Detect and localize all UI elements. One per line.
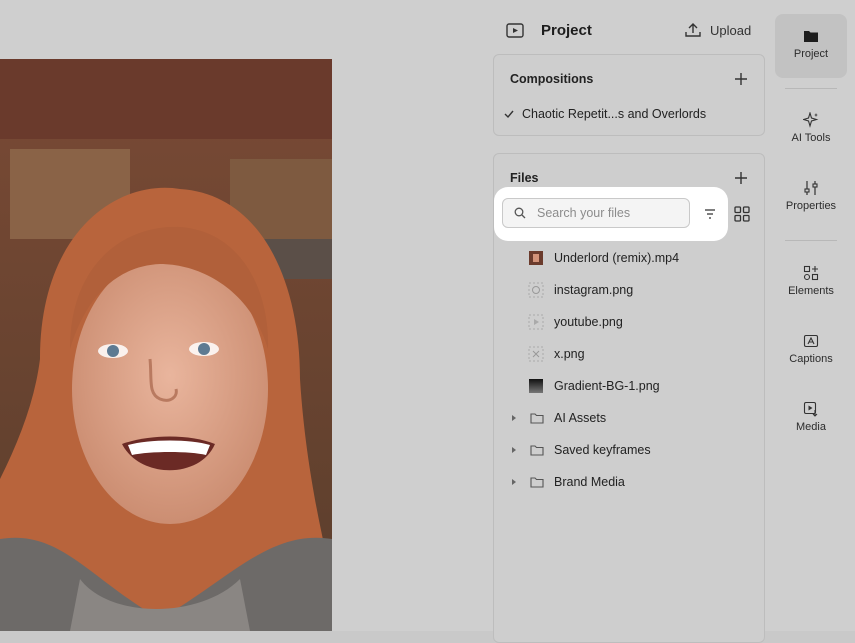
compositions-card: Compositions Chaotic Repetit...s and Ove… <box>493 54 765 136</box>
file-label: Gradient-BG-1.png <box>554 379 660 393</box>
rail-label: Elements <box>788 285 834 297</box>
file-item-gradient[interactable]: Gradient-BG-1.png <box>527 377 660 395</box>
composition-item[interactable]: Chaotic Repetit...s and Overlords <box>504 107 706 121</box>
folder-label: Saved keyframes <box>554 443 651 457</box>
panel-header: Project Upload <box>484 0 774 56</box>
file-item-instagram[interactable]: instagram.png <box>527 281 633 299</box>
add-composition-icon[interactable] <box>734 72 748 86</box>
rail-label: AI Tools <box>791 132 831 144</box>
folder-icon <box>530 445 544 456</box>
rail-item-ai-tools[interactable]: AI Tools <box>775 112 847 144</box>
file-item-x[interactable]: x.png <box>527 345 585 363</box>
right-rail: Project AI Tools Properties Elements Cap… <box>774 0 855 631</box>
rail-divider <box>785 240 837 241</box>
search-box[interactable] <box>502 198 690 228</box>
video-preview[interactable] <box>0 59 332 631</box>
image-placeholder-icon <box>528 314 544 330</box>
canvas-area <box>0 0 484 631</box>
compositions-title: Compositions <box>510 72 594 86</box>
folder-icon <box>804 31 818 42</box>
file-label: youtube.png <box>554 315 623 329</box>
rail-divider <box>785 88 837 89</box>
panel-title: Project <box>541 22 592 39</box>
folder-icon <box>530 413 544 424</box>
image-placeholder-icon <box>528 346 544 362</box>
composition-label: Chaotic Repetit...s and Overlords <box>522 107 707 121</box>
folder-ai-assets[interactable]: AI Assets <box>510 409 606 427</box>
image-placeholder-icon <box>528 282 544 298</box>
media-icon <box>803 401 818 417</box>
video-thumbnail-icon <box>529 251 543 265</box>
sliders-icon <box>804 181 818 195</box>
folder-label: Brand Media <box>554 475 625 489</box>
check-icon <box>504 110 514 119</box>
filter-icon[interactable] <box>704 208 716 220</box>
upload-label: Upload <box>710 22 752 38</box>
folder-brand-media[interactable]: Brand Media <box>510 473 625 491</box>
sparkle-icon <box>803 112 819 128</box>
grid-view-icon[interactable] <box>734 206 750 222</box>
file-label: x.png <box>554 347 585 361</box>
caret-right-icon[interactable] <box>510 446 518 454</box>
rail-item-captions[interactable]: Captions <box>775 333 847 365</box>
upload-icon <box>685 23 701 37</box>
rail-item-properties[interactable]: Properties <box>775 180 847 212</box>
file-label: Underlord (remix).mp4 <box>554 251 680 265</box>
rail-label: Captions <box>789 353 833 365</box>
add-file-icon[interactable] <box>734 171 748 185</box>
search-icon <box>514 207 526 219</box>
rail-label: Media <box>796 421 826 433</box>
rail-item-elements[interactable]: Elements <box>775 265 847 297</box>
folder-saved-keyframes[interactable]: Saved keyframes <box>510 441 651 459</box>
caret-right-icon[interactable] <box>510 414 518 422</box>
file-label: instagram.png <box>554 283 634 297</box>
captions-icon <box>803 334 819 348</box>
elements-icon <box>803 265 819 281</box>
file-item-underlord[interactable]: Underlord (remix).mp4 <box>527 249 679 267</box>
project-folder-play-icon <box>506 23 524 38</box>
files-title: Files <box>510 171 539 185</box>
rail-item-project[interactable]: Project <box>775 14 847 78</box>
gradient-thumbnail-icon <box>529 379 543 393</box>
rail-label: Properties <box>785 200 837 212</box>
upload-button[interactable]: Upload <box>684 20 751 40</box>
search-input[interactable] <box>535 205 689 221</box>
folder-label: AI Assets <box>554 411 607 425</box>
rail-label: Project <box>793 48 829 60</box>
caret-right-icon[interactable] <box>510 478 518 486</box>
rail-item-media[interactable]: Media <box>775 401 847 433</box>
file-item-youtube[interactable]: youtube.png <box>527 313 623 331</box>
canvas-top-edge <box>0 0 484 8</box>
folder-icon <box>530 477 544 488</box>
video-frame-illustration <box>0 59 332 631</box>
